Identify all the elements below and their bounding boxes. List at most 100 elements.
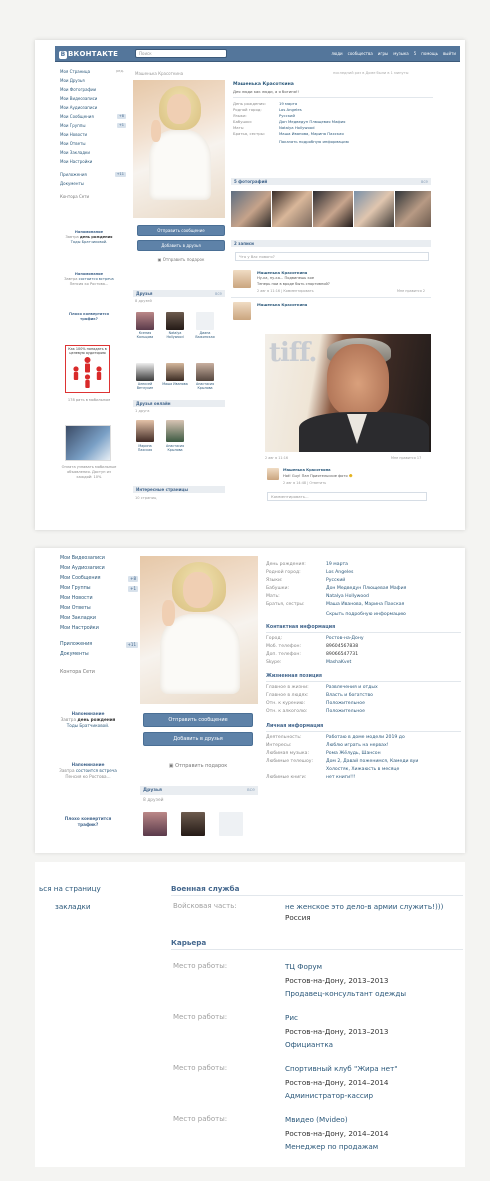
left-link-bookmarks[interactable]: закладки [55, 902, 91, 911]
post2-photo[interactable]: tiff. [265, 334, 431, 452]
menu-item-friends[interactable]: Мои Друзья [60, 76, 128, 85]
ad-mobile-image[interactable] [65, 425, 111, 461]
military-value[interactable]: не женское это дело-в армии служить!))) [285, 902, 443, 911]
job-place[interactable]: Мвидео (Mvideo) [285, 1115, 348, 1124]
comment-author[interactable]: Машенька Красоткина [283, 468, 331, 473]
menu-item-groups[interactable]: Мои Группы +1 [60, 121, 128, 130]
menu-item-settings[interactable]: Мои Настройки [60, 157, 128, 166]
ad-audience[interactable]: Как 100% попадать в целевую аудиторию [65, 345, 110, 393]
send-gift-button[interactable]: ▣ Отправить подарок [137, 257, 225, 263]
send-message-button[interactable]: Отправить сообщение [137, 225, 225, 236]
post-author-avatar[interactable] [233, 270, 251, 288]
search-input[interactable]: Поиск [135, 49, 227, 58]
friend-avatar[interactable] [181, 812, 205, 836]
post2-meta[interactable]: 2 авг в 11:16 [265, 456, 288, 461]
friend-online-name[interactable]: Марина Пахская [132, 444, 158, 452]
job-role[interactable]: Менеджер по продажам [285, 1142, 378, 1151]
photos-header[interactable]: 5 фотографий все [231, 178, 431, 185]
ad-mobile-text[interactable]: Оплата узнавать мобильные объявления. До… [61, 465, 117, 480]
ad-mobile-caption[interactable]: 178 рать в мобильном [61, 398, 117, 403]
add-friend-button[interactable]: Добавить в друзья [137, 240, 225, 251]
header-link-people[interactable]: люди [331, 50, 342, 58]
post1-meta[interactable]: 2 авг в 11:16 | Комментировать [257, 289, 314, 294]
post1-author[interactable]: Машенька Красоткина [257, 270, 307, 275]
menu-item-photos[interactable]: Мои Фотографии [60, 85, 128, 94]
menu-item-bookmarks[interactable]: Мои Закладки [60, 614, 140, 624]
friend-avatar[interactable] [136, 363, 154, 381]
job-role[interactable]: Официантка [285, 1040, 333, 1049]
menu-item-docs[interactable]: Документы [60, 650, 140, 660]
menu-item-settings[interactable]: Мои Настройки [60, 624, 140, 634]
menu-item-contacts[interactable]: Контора Сети [60, 192, 128, 201]
friends-online-header[interactable]: Друзья онлайн [133, 400, 225, 407]
menu-item-audio[interactable]: Мои Аудиозаписи [60, 103, 128, 112]
friend-online-avatar[interactable] [166, 420, 184, 442]
friend-name[interactable]: Маша Иванова [162, 382, 188, 386]
menu-item-audio[interactable]: Мои Аудиозаписи [60, 564, 140, 574]
wall-post-input[interactable]: Что у Вас нового? [235, 252, 429, 261]
ad-traffic-title[interactable]: Плохо конвертится трафик? [57, 816, 119, 828]
menu-item-messages[interactable]: Мои Сообщения +8 [60, 112, 128, 121]
header-link-music[interactable]: музыка [393, 50, 409, 58]
job-place[interactable]: Спортивный клуб "Жира нет" [285, 1064, 398, 1073]
menu-item-videos[interactable]: Мои Видеозаписи [60, 94, 128, 103]
post2-like[interactable]: Мне нравится 17 [391, 456, 421, 461]
friend-avatar-placeholder[interactable] [219, 812, 243, 836]
comment-meta[interactable]: 2 авг в 14:48 | Ответить [283, 481, 326, 486]
friend-name[interactable]: Диана Важинская [192, 331, 218, 339]
header-link-communities[interactable]: сообщества [348, 50, 373, 58]
header-link-help[interactable]: помощь [421, 50, 438, 58]
friends-header[interactable]: Друзья все [140, 786, 258, 795]
job-place[interactable]: ТЦ Форум [285, 962, 322, 971]
friend-name[interactable]: Ксения Кольцова [132, 331, 158, 339]
menu-item-news[interactable]: Мои Новости [60, 130, 128, 139]
friend-online-name[interactable]: Анастасия Крылова [162, 444, 188, 452]
friend-avatar[interactable] [166, 363, 184, 381]
vk-logo[interactable]: В ВКОНТАКТЕ [59, 49, 118, 59]
menu-item-messages[interactable]: Мои Сообщения +8 [60, 574, 140, 584]
left-link-add-page[interactable]: ься на страницу [39, 884, 101, 893]
friend-online-avatar[interactable] [136, 420, 154, 442]
ad-traffic-title[interactable]: Плохо конвертится трафик? [61, 312, 117, 322]
post1-like[interactable]: Мне нравится 2 [397, 289, 425, 294]
menu-item-docs[interactable]: Документы [60, 179, 128, 188]
friend-avatar[interactable] [166, 312, 184, 330]
profile-photo[interactable] [133, 80, 225, 218]
add-friend-button[interactable]: Добавить в друзья [143, 732, 253, 746]
comment-avatar[interactable] [267, 468, 279, 480]
menu-item-my-page[interactable]: Моя Страница ред. [60, 67, 128, 76]
job-role[interactable]: Продавец-консультант одежды [285, 989, 406, 998]
friends-header[interactable]: Друзья все [133, 290, 225, 297]
interesting-pages-header[interactable]: Интересные страницы [133, 486, 225, 493]
show-more-link[interactable]: Показать подробную информацию [279, 139, 349, 144]
job-role[interactable]: Администратор-кассир [285, 1091, 373, 1100]
wall-header[interactable]: 2 записи [231, 240, 431, 247]
send-gift-button[interactable]: ▣ Отправить подарок [143, 762, 253, 770]
send-message-button[interactable]: Отправить сообщение [143, 713, 253, 727]
menu-item-videos[interactable]: Мои Видеозаписи [60, 554, 140, 564]
menu-item-apps[interactable]: Приложения +11 [60, 640, 140, 650]
profile-status[interactable]: Дея люди как люди, а я богиня!! [233, 89, 299, 94]
photos-strip[interactable] [231, 191, 431, 227]
friend-avatar[interactable] [136, 312, 154, 330]
menu-item-news[interactable]: Мои Новости [60, 594, 140, 604]
friend-avatar[interactable] [143, 812, 167, 836]
friend-name[interactable]: Natalya Hollywood [162, 331, 188, 339]
post-author-avatar[interactable] [233, 302, 251, 320]
menu-item-apps[interactable]: Приложения +11 [60, 170, 128, 179]
menu-item-answers[interactable]: Мои Ответы [60, 604, 140, 614]
friend-name[interactable]: Алексей Ветлухин [132, 382, 158, 390]
comment-input[interactable]: Комментировать... [267, 492, 427, 501]
menu-item-groups[interactable]: Мои Группы +1 [60, 584, 140, 594]
friend-avatar[interactable] [196, 363, 214, 381]
friend-name[interactable]: Анастасия Крылова [192, 382, 218, 390]
menu-item-answers[interactable]: Мои Ответы [60, 139, 128, 148]
profile-photo[interactable] [140, 556, 258, 704]
job-place[interactable]: Рис [285, 1013, 298, 1022]
post2-author[interactable]: Машенька Красоткина [257, 302, 307, 307]
friend-avatar-placeholder[interactable] [196, 312, 214, 330]
menu-item-contacts[interactable]: Контора Сети [60, 668, 140, 678]
header-link-games[interactable]: игры [378, 50, 388, 58]
menu-item-bookmarks[interactable]: Мои Закладки [60, 148, 128, 157]
header-link-logout[interactable]: выйти [443, 50, 456, 58]
